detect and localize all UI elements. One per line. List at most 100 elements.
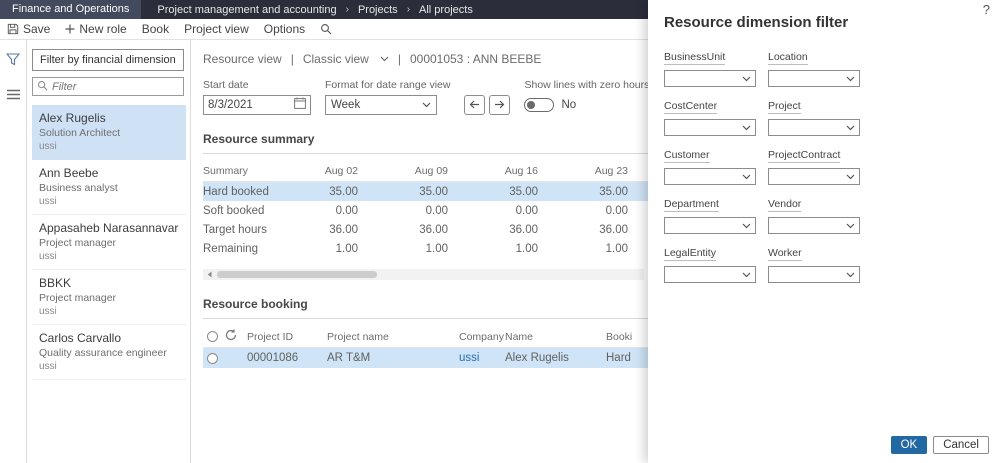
book-button[interactable]: Book <box>142 22 169 36</box>
person-name: Appasaheb Narasannavar <box>39 221 179 235</box>
resource-list-item-carlos-carvallo[interactable]: Carlos Carvallo Quality assurance engine… <box>32 325 186 380</box>
legalentity-combobox[interactable] <box>664 266 756 283</box>
previous-period-button[interactable] <box>464 95 486 115</box>
chevron-down-icon <box>742 272 751 278</box>
summary-col-label[interactable]: Summary <box>203 165 278 177</box>
zero-hours-toggle[interactable] <box>524 98 555 112</box>
booking-col-project-name[interactable]: Project name <box>327 331 459 343</box>
summary-cell: 35.00 <box>509 185 538 198</box>
vendor-combobox[interactable] <box>768 217 860 234</box>
resource-view-label[interactable]: Resource view <box>203 52 282 66</box>
list-view-icon[interactable] <box>6 87 20 105</box>
field-worker: Worker <box>768 247 860 283</box>
summary-cell: 35.00 <box>329 185 358 198</box>
costcenter-combobox[interactable] <box>664 119 756 136</box>
summary-cell: 36.00 <box>329 223 358 236</box>
project-view-button[interactable]: Project view <box>184 22 249 36</box>
classic-view-selector[interactable]: Classic view <box>303 52 369 66</box>
search-icon <box>37 78 48 96</box>
field-legalentity: LegalEntity <box>664 247 756 283</box>
zero-hours-value: No <box>561 99 577 111</box>
location-label: Location <box>768 51 808 65</box>
resource-list: Alex Rugelis Solution Architect ussi Ann… <box>32 105 186 380</box>
summary-cell: 0.00 <box>515 204 538 217</box>
scrollbar-thumb[interactable] <box>217 271 377 278</box>
book-label: Book <box>141 22 170 36</box>
resource-list-item-ann-beebe[interactable]: Ann Beebe Business analyst ussi <box>32 160 186 215</box>
location-combobox[interactable] <box>768 70 860 87</box>
ok-button[interactable]: OK <box>890 436 928 454</box>
summary-col-aug16[interactable]: Aug 16 <box>448 165 538 177</box>
person-name: Ann Beebe <box>39 166 99 180</box>
resource-list-item-appasaheb-narasannavar[interactable]: Appasaheb Narasannavar Project manager u… <box>32 215 186 270</box>
sidebar-filter-input[interactable] <box>52 80 179 93</box>
summary-row-label: Soft booked <box>203 204 265 217</box>
zero-hours-toggle-row: No <box>524 95 649 115</box>
toolbar-search-button[interactable] <box>320 23 332 35</box>
resource-sidebar: Filter by financial dimension Alex Rugel… <box>27 40 191 463</box>
chevron-down-icon[interactable] <box>380 56 389 62</box>
options-button[interactable]: Options <box>264 22 305 36</box>
booking-cell-company-link[interactable]: ussi <box>459 352 505 364</box>
field-department: Department <box>664 198 756 234</box>
options-label: Options <box>263 22 306 36</box>
start-date-input[interactable] <box>208 99 282 111</box>
new-role-button[interactable]: New role <box>65 22 127 36</box>
booking-col-company[interactable]: Company <box>459 331 505 343</box>
scroll-left-icon[interactable] <box>203 269 215 280</box>
horizontal-scrollbar[interactable] <box>203 269 644 280</box>
chevron-down-icon <box>742 125 751 131</box>
chevron-down-icon <box>846 272 855 278</box>
zero-hours-group: Show lines with zero hours No <box>524 79 649 115</box>
summary-cell: 1.00 <box>335 242 358 255</box>
resource-list-item-bbkk[interactable]: BBKK Project manager ussi <box>32 270 186 325</box>
save-icon <box>7 23 19 35</box>
booking-col-name[interactable]: Name <box>505 331 606 343</box>
cancel-button[interactable]: Cancel <box>933 436 989 454</box>
field-location: Location <box>768 51 860 87</box>
filter-funnel-icon[interactable] <box>5 53 21 71</box>
dialog-title: Resource dimension filter <box>664 14 849 31</box>
search-icon <box>320 23 332 35</box>
booking-row-00001086[interactable]: 00001086 AR T&M ussi Alex Rugelis Hard <box>203 348 670 368</box>
breadcrumb-item-module[interactable]: Project management and accounting <box>157 4 336 16</box>
department-combobox[interactable] <box>664 217 756 234</box>
summary-col-aug09[interactable]: Aug 09 <box>358 165 448 177</box>
person-role: Solution Architect <box>39 127 121 139</box>
next-period-button[interactable] <box>489 95 511 115</box>
summary-col-aug23[interactable]: Aug 23 <box>538 165 628 177</box>
viewbar-divider: | <box>397 52 401 66</box>
booking-cell-name: Alex Rugelis <box>505 352 569 364</box>
resource-list-item-alex-rugelis[interactable]: Alex Rugelis Solution Architect ussi <box>32 105 186 160</box>
refresh-icon[interactable] <box>225 329 247 344</box>
breadcrumb-item-projects[interactable]: Projects <box>358 4 398 16</box>
person-company: ussi <box>39 251 57 262</box>
save-button[interactable]: Save <box>7 22 50 36</box>
breadcrumb-item-all-projects[interactable]: All projects <box>419 4 473 16</box>
arrow-right-icon <box>494 96 505 114</box>
person-role: Business analyst <box>39 182 118 194</box>
person-company: ussi <box>39 141 57 152</box>
businessunit-combobox[interactable] <box>664 70 756 87</box>
save-label: Save <box>23 22 51 36</box>
date-format-select[interactable]: Week <box>325 95 437 115</box>
worker-combobox[interactable] <box>768 266 860 283</box>
viewbar-divider: | <box>290 52 294 66</box>
project-combobox[interactable] <box>768 119 860 136</box>
customer-combobox[interactable] <box>664 168 756 185</box>
summary-col-aug02[interactable]: Aug 02 <box>278 165 358 177</box>
projectcontract-combobox[interactable] <box>768 168 860 185</box>
date-format-group: Format for date range view Week <box>325 79 450 115</box>
person-company: ussi <box>39 196 57 207</box>
select-all-checkbox[interactable] <box>207 331 218 342</box>
app-title[interactable]: Finance and Operations <box>0 0 142 19</box>
person-role: Project manager <box>39 237 117 249</box>
summary-cell: 0.00 <box>335 204 358 217</box>
row-radio-button[interactable] <box>207 352 218 364</box>
filter-by-financial-dimension-button[interactable]: Filter by financial dimension <box>32 49 184 71</box>
businessunit-label: BusinessUnit <box>664 51 726 65</box>
summary-cell: 36.00 <box>599 223 628 236</box>
help-icon[interactable]: ? <box>983 2 990 17</box>
calendar-icon[interactable] <box>294 96 306 114</box>
booking-col-project-id[interactable]: Project ID <box>247 331 327 343</box>
